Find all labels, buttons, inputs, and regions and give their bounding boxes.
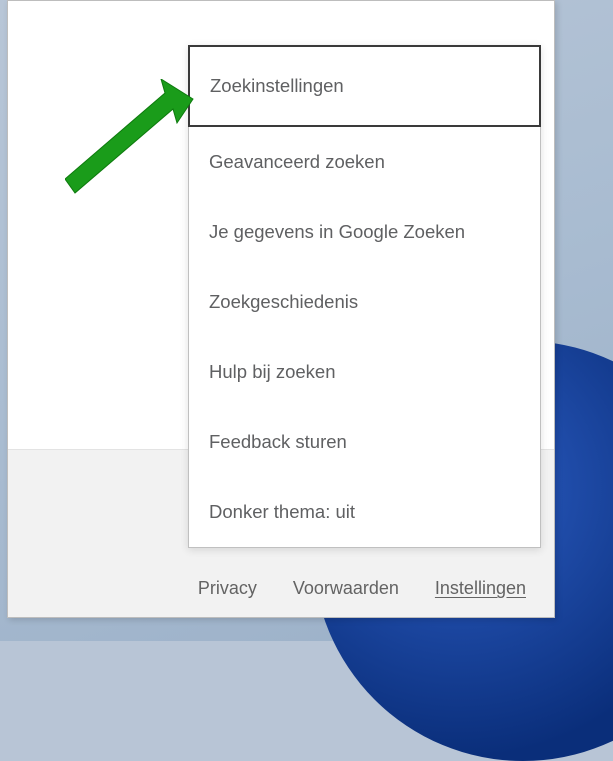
footer-terms-link[interactable]: Voorwaarden [293,578,399,599]
footer-settings-link[interactable]: Instellingen [435,578,526,599]
settings-dropdown: Zoekinstellingen Geavanceerd zoeken Je g… [188,45,541,548]
menu-item-search-history[interactable]: Zoekgeschiedenis [189,267,540,337]
menu-item-send-feedback[interactable]: Feedback sturen [189,407,540,477]
footer-links: Privacy Voorwaarden Instellingen [8,578,554,599]
browser-window: Privacy Voorwaarden Instellingen Zoekins… [7,0,555,618]
menu-item-dark-theme[interactable]: Donker thema: uit [189,477,540,547]
menu-item-search-help[interactable]: Hulp bij zoeken [189,337,540,407]
menu-item-advanced-search[interactable]: Geavanceerd zoeken [189,127,540,197]
footer-privacy-link[interactable]: Privacy [198,578,257,599]
menu-item-search-settings[interactable]: Zoekinstellingen [188,45,541,127]
annotation-arrow-icon [65,79,205,209]
menu-item-your-data[interactable]: Je gegevens in Google Zoeken [189,197,540,267]
